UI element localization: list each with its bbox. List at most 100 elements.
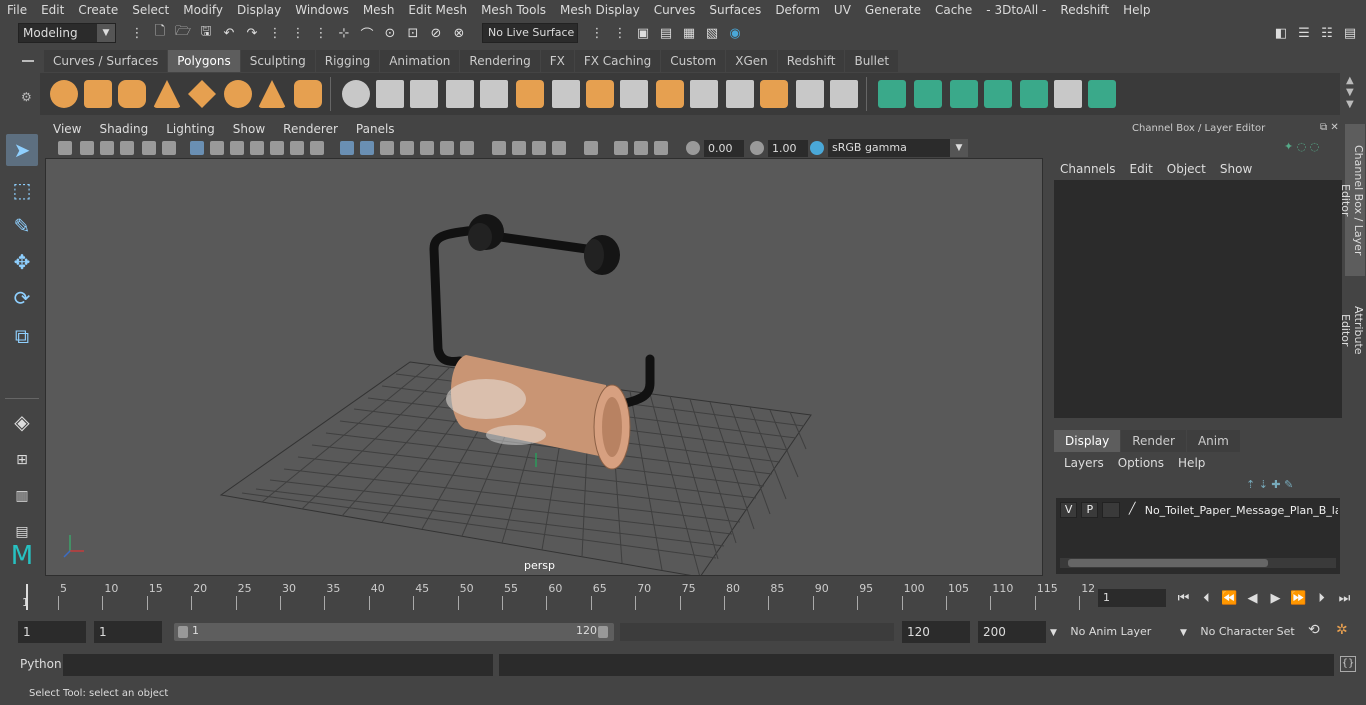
shaded-wireframe-icon[interactable] [492,141,506,155]
shelf-tab-bullet[interactable]: Bullet [845,50,899,72]
layer-visibility-toggle[interactable]: V [1060,502,1078,518]
backface-culling-icon[interactable] [512,141,526,155]
select-camera-icon[interactable] [584,141,598,155]
camera-attributes-icon[interactable] [80,141,94,155]
frame-all-icon[interactable] [614,141,628,155]
layer-menu-layers[interactable]: Layers [1064,456,1104,470]
tab-channel-box[interactable]: Channel Box / Layer Editor [1339,124,1365,276]
shelf-tab-rendering[interactable]: Rendering [460,50,540,72]
channel-box-toggle-icon[interactable]: ▤ [1341,24,1359,42]
menu-display[interactable]: Display [230,3,288,17]
smooth-icon[interactable] [446,80,474,108]
snap-curve-icon[interactable]: ⌒ [358,24,376,43]
hypershade-icon[interactable]: ◉ [726,24,744,42]
menu-uv[interactable]: UV [827,3,858,17]
menu-redshift[interactable]: Redshift [1053,3,1116,17]
gamma-icon[interactable] [750,141,764,155]
menu-windows[interactable]: Windows [288,3,356,17]
motion-blur-icon[interactable] [380,141,394,155]
combine-icon[interactable] [342,80,370,108]
gate-mask-icon[interactable] [552,141,566,155]
extrude-icon[interactable] [586,80,614,108]
attribute-editor-toggle-icon[interactable]: ☰ [1295,24,1313,42]
menu-edit[interactable]: Edit [34,3,71,17]
render-settings-icon[interactable]: ▧ [703,24,721,42]
camera-select-icon[interactable] [58,141,72,155]
open-scene-icon[interactable]: 🗁 [174,24,192,42]
script-editor-icon[interactable]: {} [1340,656,1356,672]
poly-cone-icon[interactable] [153,80,181,108]
uv-planar-icon[interactable] [690,80,718,108]
playback-end-field[interactable]: 120 [902,621,970,643]
smooth-shade-icon[interactable] [210,141,224,155]
layer-row[interactable]: V P ╱ No_Toilet_Paper_Message_Plan_B_lay [1060,501,1338,519]
viewport-menu-panels[interactable]: Panels [347,122,404,136]
layer-type-toggle[interactable] [1102,502,1120,518]
checker-icon[interactable] [1054,80,1082,108]
color-space-select[interactable]: sRGB gamma ▼ [828,139,968,157]
uv-spherical-icon[interactable] [760,80,788,108]
menu-select[interactable]: Select [125,3,176,17]
frame-selected-icon[interactable] [634,141,648,155]
tab-attribute-editor[interactable]: Attribute Editor [1339,284,1365,376]
snap-surface-icon[interactable]: ⊘ [427,24,445,42]
bridge-icon[interactable] [620,80,648,108]
menu-curves[interactable]: Curves [647,3,703,17]
auto-key-icon[interactable]: ⟲ [1308,622,1320,638]
channel-box-menu-edit[interactable]: Edit [1130,162,1153,176]
layer-actions-icons[interactable]: ⇡ ⇣ ✚ ✎ [1246,478,1293,491]
color-management-icon[interactable] [810,141,824,155]
channel-box-menu-show[interactable]: Show [1220,162,1252,176]
poly-pipe-icon[interactable] [294,80,322,108]
snap-point-icon[interactable]: ⊙ [381,24,399,42]
scale-tool-icon[interactable]: ⧉ [6,320,38,352]
xray-icon[interactable] [340,141,354,155]
menu-mesh-tools[interactable]: Mesh Tools [474,3,553,17]
bookmark-icon[interactable] [100,141,114,155]
bevel-icon[interactable] [516,80,544,108]
poly-cylinder-icon[interactable] [118,80,146,108]
uv-layout-icon[interactable] [830,80,858,108]
undo-icon[interactable]: ↶ [220,24,238,42]
layer-tab-anim[interactable]: Anim [1186,430,1240,452]
go-to-start-icon[interactable]: ⏮ [1172,591,1195,606]
menu-mesh[interactable]: Mesh [356,3,402,17]
shelf-tab-sculpting[interactable]: Sculpting [240,50,315,72]
lighting-mode-icon[interactable] [532,141,546,155]
menu-help[interactable]: Help [1116,3,1157,17]
uv-cylindrical-icon[interactable] [726,80,754,108]
menu-create[interactable]: Create [71,3,125,17]
layer-playback-toggle[interactable]: P [1081,502,1099,518]
field-chart-icon[interactable] [654,141,668,155]
shelf-menu-icon[interactable] [22,60,34,62]
lights-icon[interactable] [270,141,284,155]
step-back-key-icon[interactable]: ⏪ [1218,591,1241,606]
shelf-tab-curves-surfaces[interactable]: Curves / Surfaces [44,50,168,72]
separate-icon[interactable] [376,80,404,108]
shelf-tab-custom[interactable]: Custom [661,50,726,72]
layer-menu-options[interactable]: Options [1118,456,1164,470]
viewport-menu-show[interactable]: Show [224,122,274,136]
shelf-scroll-icon[interactable]: ▲ ▼ ▼ [1346,75,1354,111]
step-back-icon[interactable]: ⏴ [1195,591,1218,606]
mode-select[interactable]: Modeling ▼ [18,23,116,43]
shelf-tab-animation[interactable]: Animation [380,50,460,72]
poly-plane-icon[interactable] [188,80,216,108]
select-edge-icon[interactable] [914,80,942,108]
channel-box-area[interactable] [1054,180,1342,418]
image-plane-icon[interactable] [120,141,134,155]
poly-torus-icon[interactable] [224,80,252,108]
multi-cut-icon[interactable] [552,80,580,108]
playback-start-field[interactable]: 1 [94,621,162,643]
screen-space-ao-icon[interactable] [310,141,324,155]
current-frame-field[interactable]: 1 [1098,589,1166,607]
shelf-tab-xgen[interactable]: XGen [726,50,777,72]
viewport-menu-shading[interactable]: Shading [90,122,157,136]
snap-grid-icon[interactable]: ⊹ [335,24,353,42]
render-sequence-icon[interactable]: ▤ [657,24,675,42]
animation-end-field[interactable]: 200 [978,621,1046,643]
depth-of-field-icon[interactable] [420,141,434,155]
command-input[interactable] [63,654,493,676]
rotate-tool-icon[interactable]: ⟳ [6,282,38,314]
range-slider-start-handle[interactable] [178,626,188,638]
